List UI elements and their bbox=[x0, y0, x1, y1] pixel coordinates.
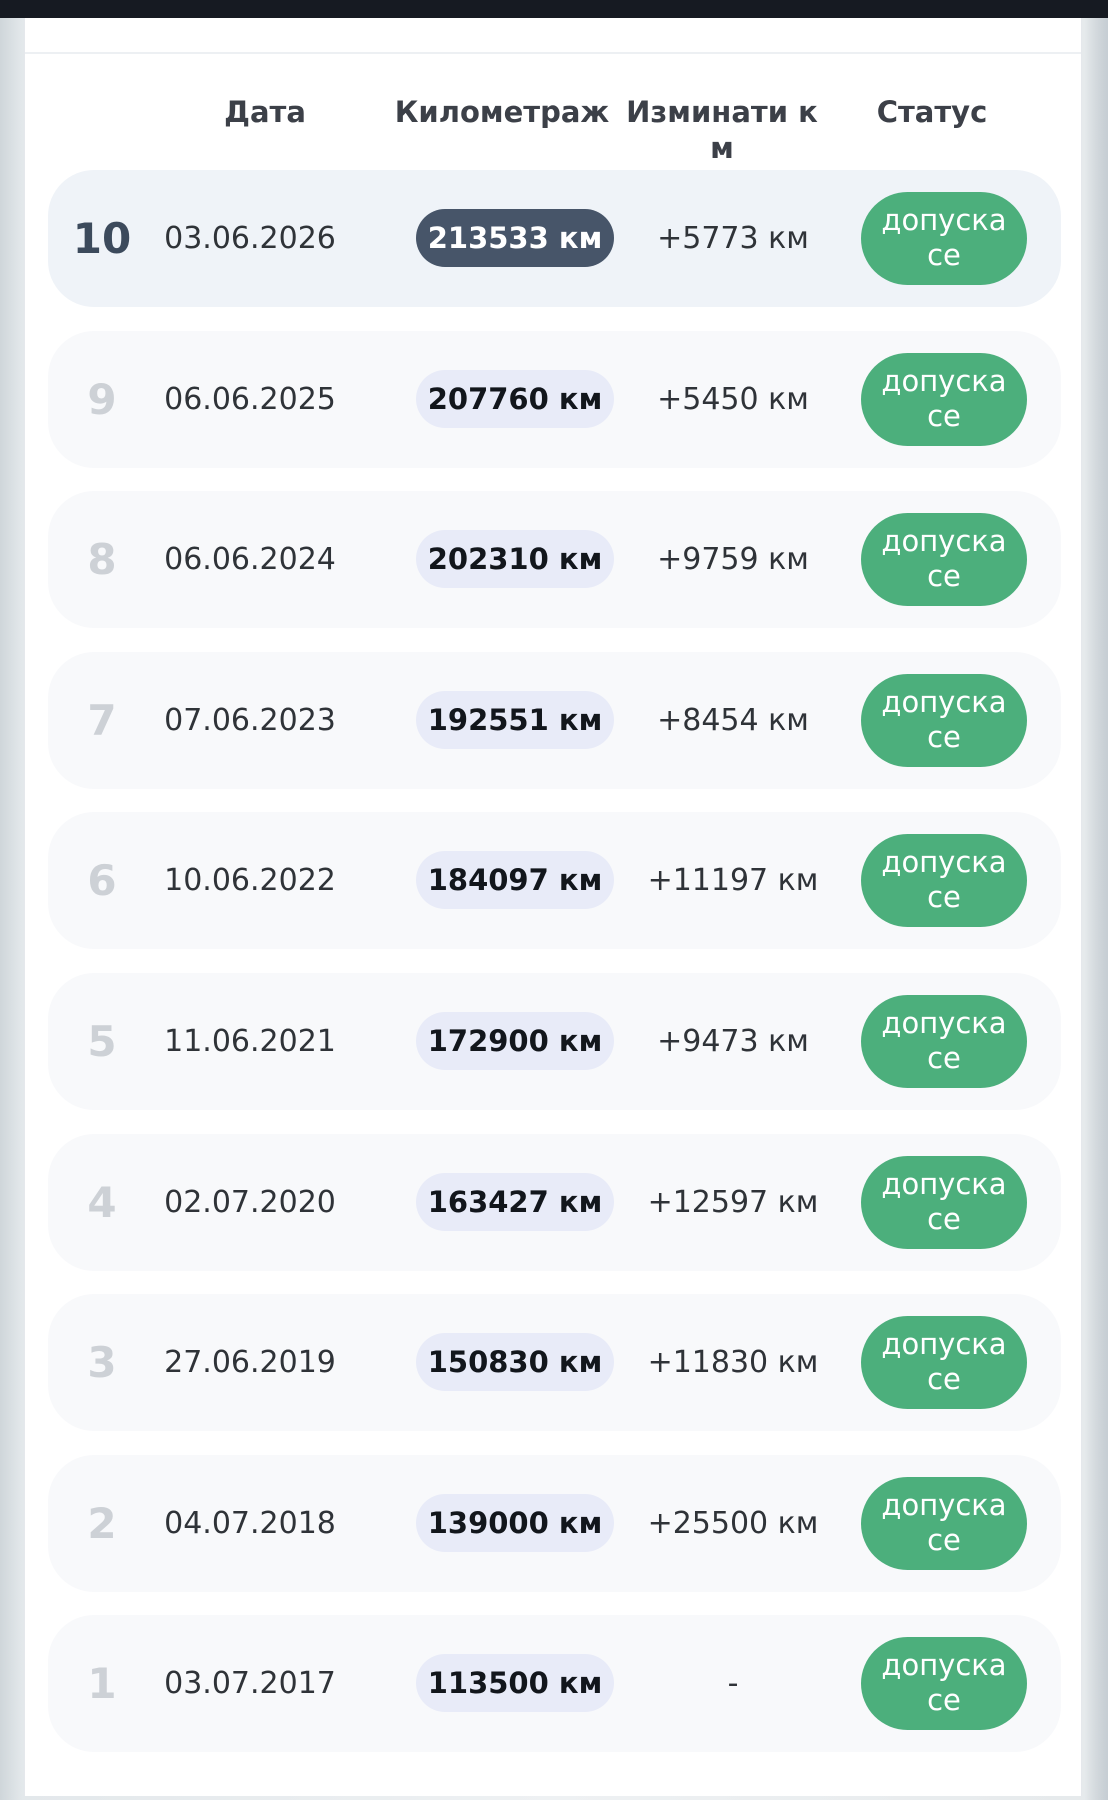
status-badge-line1: допуска bbox=[881, 203, 1007, 237]
row-km-diff: - bbox=[727, 1666, 739, 1701]
table-row: 8 06.06.2024 202310 км +9759 км допуска се bbox=[48, 491, 1061, 628]
status-badge-line1: допуска bbox=[881, 1488, 1007, 1522]
table-row: 3 27.06.2019 150830 км +11830 км допуска се bbox=[48, 1294, 1061, 1431]
status-badge-line2: се bbox=[927, 238, 961, 272]
table-row: 7 07.06.2023 192551 км +8454 км допуска се bbox=[48, 652, 1061, 789]
row-date: 02.07.2020 bbox=[164, 1185, 336, 1220]
row-km-diff: +12597 км bbox=[647, 1185, 819, 1220]
row-km-pill: 163427 км bbox=[416, 1173, 614, 1231]
header-diff-line1: Изминати к bbox=[626, 95, 818, 129]
status-badge-line1: допуска bbox=[881, 364, 1007, 398]
status-badge-line2: се bbox=[927, 1362, 961, 1396]
table-row: 9 06.06.2025 207760 км +5450 км допуска се bbox=[48, 331, 1061, 468]
row-km-diff: +25500 км bbox=[647, 1506, 819, 1541]
header-diff: Изминати к м bbox=[607, 94, 837, 166]
status-badge-line1: допуска bbox=[881, 1327, 1007, 1361]
status-badge: допуска се bbox=[861, 1316, 1027, 1409]
status-badge: допуска се bbox=[861, 674, 1027, 767]
table-row: 1 03.07.2017 113500 км - допуска се bbox=[48, 1615, 1061, 1752]
row-index: 1 bbox=[87, 1659, 117, 1708]
row-index: 4 bbox=[87, 1178, 117, 1227]
row-km-pill: 207760 км bbox=[416, 370, 614, 428]
row-km-pill: 139000 км bbox=[416, 1494, 614, 1552]
row-km-pill: 202310 км bbox=[416, 530, 614, 588]
status-badge-line2: се bbox=[927, 880, 961, 914]
row-date: 27.06.2019 bbox=[164, 1345, 336, 1380]
status-badge: допуска се bbox=[861, 1637, 1027, 1730]
row-km-diff: +9759 км bbox=[657, 542, 809, 577]
status-badge-line1: допуска bbox=[881, 1648, 1007, 1682]
row-km-diff: +11197 км bbox=[647, 863, 819, 898]
table-header: Дата Километраж Изминати к м Статус bbox=[25, 54, 1081, 174]
status-badge-line1: допуска bbox=[881, 845, 1007, 879]
header-status: Статус bbox=[876, 95, 988, 129]
status-badge-line2: се bbox=[927, 1523, 961, 1557]
table-row: 6 10.06.2022 184097 км +11197 км допуска се bbox=[48, 812, 1061, 949]
status-badge-line1: допуска bbox=[881, 685, 1007, 719]
row-index: 7 bbox=[87, 696, 117, 745]
row-date: 10.06.2022 bbox=[164, 863, 336, 898]
status-badge: допуска се bbox=[861, 995, 1027, 1088]
header-diff-line2: м bbox=[710, 131, 734, 165]
header-km: Километраж bbox=[394, 95, 610, 129]
status-badge-line2: се bbox=[927, 1041, 961, 1075]
row-index: 5 bbox=[87, 1017, 117, 1066]
row-index: 6 bbox=[87, 856, 117, 905]
row-index: 3 bbox=[87, 1338, 117, 1387]
row-km-diff: +11830 км bbox=[647, 1345, 819, 1380]
row-km-diff: +5773 км bbox=[657, 221, 809, 256]
row-km-pill: 213533 км bbox=[416, 209, 614, 267]
row-date: 03.06.2026 bbox=[164, 221, 336, 256]
status-badge-line2: се bbox=[927, 399, 961, 433]
row-km-pill: 113500 км bbox=[416, 1654, 614, 1712]
status-badge-line1: допуска bbox=[881, 524, 1007, 558]
row-index: 8 bbox=[87, 535, 117, 584]
top-bar bbox=[0, 0, 1108, 18]
row-date: 11.06.2021 bbox=[164, 1024, 336, 1059]
table-row: 5 11.06.2021 172900 км +9473 км допуска се bbox=[48, 973, 1061, 1110]
status-badge: допуска се bbox=[861, 192, 1027, 285]
status-badge-line1: допуска bbox=[881, 1006, 1007, 1040]
status-badge-line2: се bbox=[927, 1202, 961, 1236]
row-date: 07.06.2023 bbox=[164, 703, 336, 738]
row-km-diff: +8454 км bbox=[657, 703, 809, 738]
status-badge: допуска се bbox=[861, 513, 1027, 606]
row-date: 04.07.2018 bbox=[164, 1506, 336, 1541]
row-km-pill: 172900 км bbox=[416, 1012, 614, 1070]
status-badge-line2: се bbox=[927, 1683, 961, 1717]
status-badge: допуска се bbox=[861, 1156, 1027, 1249]
table-row: 2 04.07.2018 139000 км +25500 км допуска се bbox=[48, 1455, 1061, 1592]
status-badge-line1: допуска bbox=[881, 1167, 1007, 1201]
row-km-pill: 192551 км bbox=[416, 691, 614, 749]
inspection-history-card: Дата Километраж Изминати к м Статус 10 03… bbox=[24, 18, 1082, 1796]
row-index: 9 bbox=[87, 375, 117, 424]
row-km-diff: +9473 км bbox=[657, 1024, 809, 1059]
status-badge: допуска се bbox=[861, 834, 1027, 927]
status-badge-line2: се bbox=[927, 720, 961, 754]
table-row: 4 02.07.2020 163427 км +12597 км допуска се bbox=[48, 1134, 1061, 1271]
row-km-pill: 184097 км bbox=[416, 851, 614, 909]
row-date: 06.06.2025 bbox=[164, 382, 336, 417]
row-date: 03.07.2017 bbox=[164, 1666, 336, 1701]
status-badge: допуска се bbox=[861, 1477, 1027, 1570]
status-badge-line2: се bbox=[927, 559, 961, 593]
row-km-pill: 150830 км bbox=[416, 1333, 614, 1391]
scroll-edge bbox=[1084, 18, 1108, 1800]
status-badge: допуска се bbox=[861, 353, 1027, 446]
row-date: 06.06.2024 bbox=[164, 542, 336, 577]
table-row: 10 03.06.2026 213533 км +5773 км допуска се bbox=[48, 170, 1061, 307]
header-date: Дата bbox=[224, 95, 306, 129]
row-index: 2 bbox=[87, 1499, 117, 1548]
row-index: 10 bbox=[72, 214, 132, 263]
row-km-diff: +5450 км bbox=[657, 382, 809, 417]
